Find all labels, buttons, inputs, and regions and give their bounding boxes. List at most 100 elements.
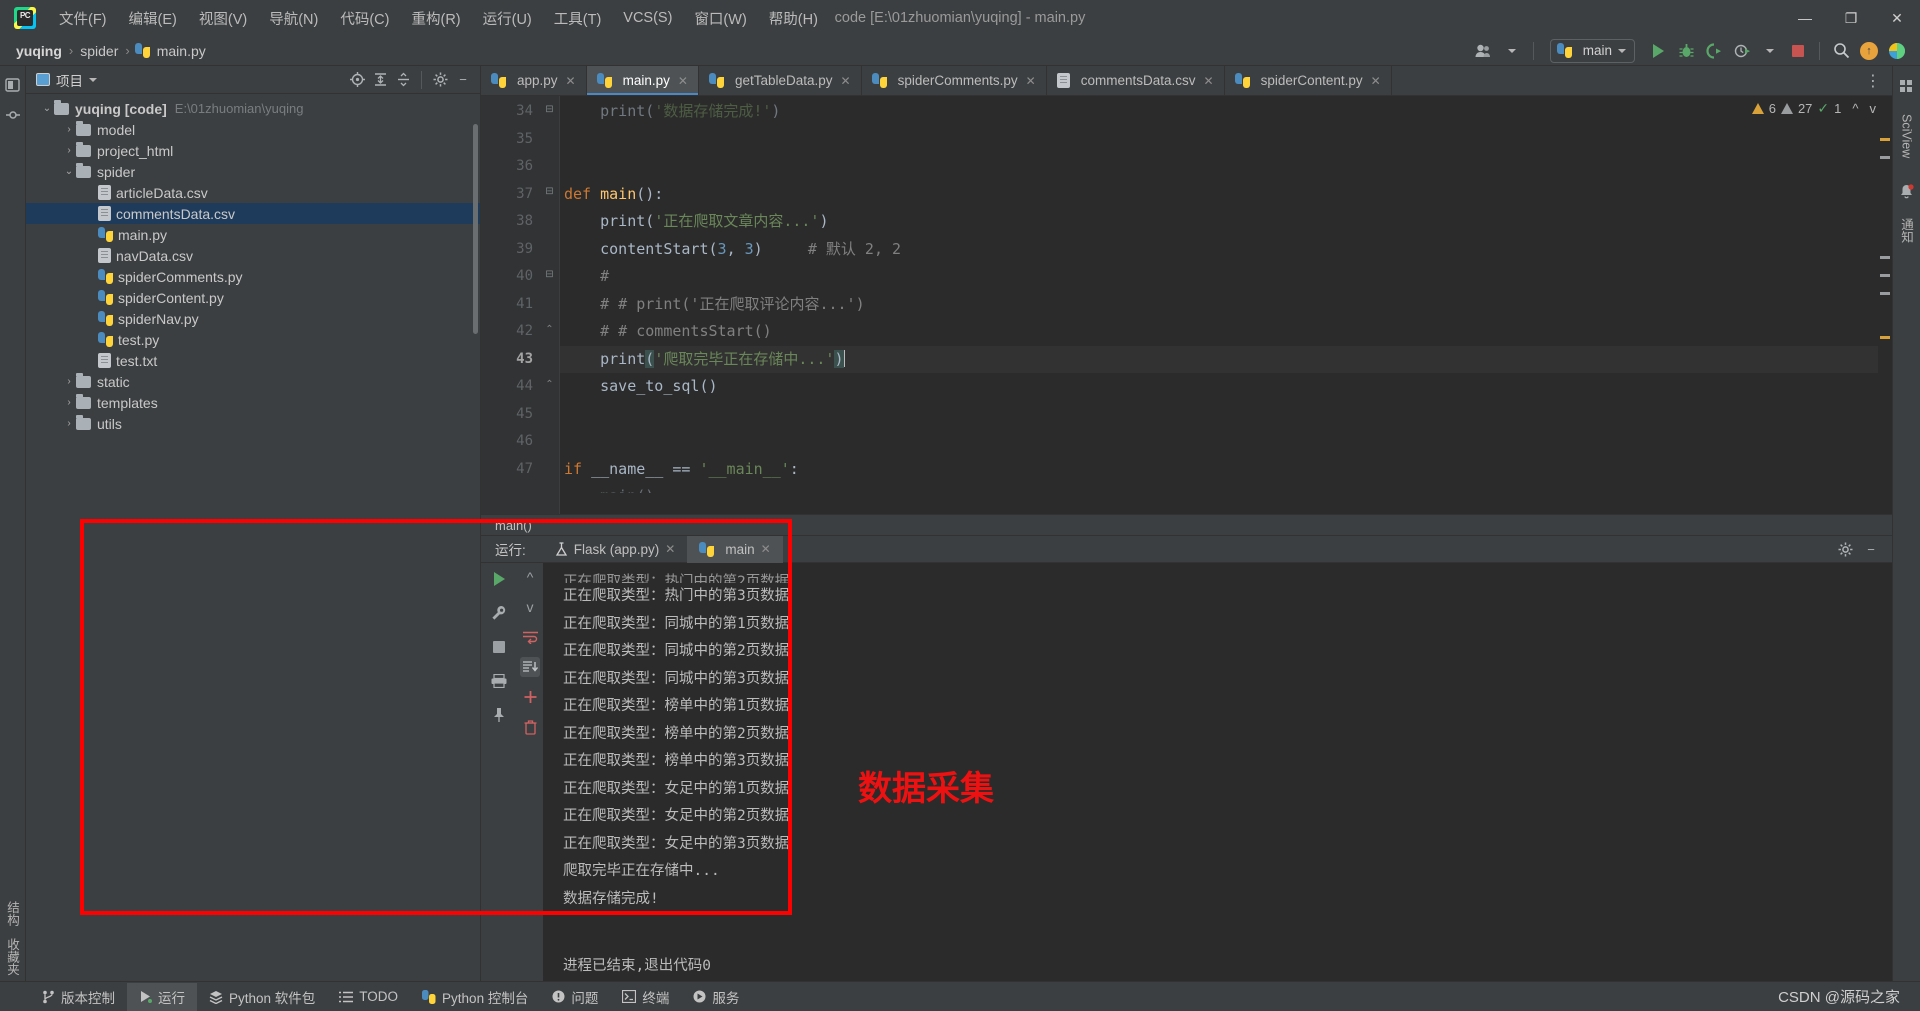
- tree-node-navData.csv[interactable]: navData.csv: [26, 245, 480, 266]
- tree-node-test.txt[interactable]: test.txt: [26, 350, 480, 371]
- scroll-from-source-icon[interactable]: [346, 69, 368, 91]
- breadcrumb-item-1[interactable]: spider: [78, 43, 120, 59]
- settings-icon[interactable]: [1884, 39, 1910, 63]
- editor-tab-close-icon[interactable]: ✕: [841, 74, 851, 88]
- menu-item-3[interactable]: 导航(N): [258, 4, 329, 33]
- editor-tab-close-icon[interactable]: ✕: [1204, 74, 1214, 88]
- menu-item-10[interactable]: 帮助(H): [758, 4, 829, 33]
- hide-run-panel-icon[interactable]: −: [1860, 538, 1882, 560]
- menu-item-8[interactable]: VCS(S): [612, 6, 683, 30]
- clear-all-icon[interactable]: [520, 687, 540, 707]
- next-problem-icon[interactable]: v: [1870, 101, 1877, 116]
- soft-wrap-icon[interactable]: [520, 627, 540, 647]
- run-button[interactable]: [1645, 39, 1671, 63]
- status-bar-item---[interactable]: 服务: [681, 983, 751, 1011]
- run-console-output[interactable]: 正在爬取类型：热门中的第2页数据 正在爬取类型：热门中的第3页数据 正在爬取类型：同…: [543, 563, 1892, 981]
- status-bar-item-Python----[interactable]: Python 控制台: [410, 983, 540, 1011]
- gear-icon[interactable]: [429, 69, 451, 91]
- tree-node-utils[interactable]: › utils: [26, 413, 480, 434]
- menu-item-0[interactable]: 文件(F): [48, 4, 118, 33]
- status-bar-item-----[interactable]: 版本控制: [30, 983, 127, 1011]
- status-bar-item---[interactable]: 终端: [610, 983, 681, 1011]
- tree-node-model[interactable]: › model: [26, 119, 480, 140]
- editor-bottom-breadcrumb[interactable]: main(): [481, 514, 1892, 535]
- tree-expander-1[interactable]: ›: [62, 124, 76, 135]
- fold-marker-40[interactable]: ⊟: [544, 269, 555, 280]
- tree-expander-3[interactable]: ⌄: [62, 166, 76, 177]
- run-tab-close-icon[interactable]: ✕: [665, 542, 675, 556]
- run-coverage-button[interactable]: [1701, 39, 1727, 63]
- scroll-to-end-icon[interactable]: [520, 657, 540, 677]
- editor-tab-close-icon[interactable]: ✕: [566, 74, 576, 88]
- tree-expander-15[interactable]: ›: [62, 418, 76, 429]
- tree-node-templates[interactable]: › templates: [26, 392, 480, 413]
- run-settings-gear-icon[interactable]: [1834, 538, 1856, 560]
- editor-tab-getTableData-py[interactable]: getTableData.py ✕: [699, 66, 862, 95]
- right-strip-notifications-tab[interactable]: 通知: [1894, 212, 1919, 249]
- tree-node-spider[interactable]: ⌄ spider: [26, 161, 480, 182]
- status-bar-item---[interactable]: 问题: [540, 983, 610, 1011]
- pin-icon[interactable]: [489, 705, 509, 725]
- tree-node-spiderNav.py[interactable]: spiderNav.py: [26, 308, 480, 329]
- minimize-button[interactable]: —: [1782, 0, 1828, 36]
- stop-process-icon[interactable]: [489, 637, 509, 657]
- tree-node-test.py[interactable]: test.py: [26, 329, 480, 350]
- status-bar-item-TODO[interactable]: TODO: [327, 985, 410, 1008]
- menu-item-7[interactable]: 工具(T): [543, 4, 613, 33]
- commit-tool-icon[interactable]: [4, 108, 22, 126]
- status-bar-item-Python----[interactable]: Python 软件包: [197, 983, 327, 1011]
- editor-tab-close-icon[interactable]: ✕: [1371, 74, 1381, 88]
- expand-all-icon[interactable]: [369, 69, 391, 91]
- editor-tab-app-py[interactable]: app.py ✕: [481, 66, 587, 95]
- run-tab-Flask--app-py-[interactable]: Flask (app.py) ✕: [542, 536, 688, 563]
- editor-tab-spiderComments-py[interactable]: spiderComments.py ✕: [862, 66, 1047, 95]
- editor-tab-spiderContent-py[interactable]: spiderContent.py ✕: [1225, 66, 1392, 95]
- fold-marker-42[interactable]: ⌃: [544, 324, 555, 335]
- inspection-widget[interactable]: 6 27 ✓ 1 ^ v: [1751, 100, 1877, 117]
- tree-node-project_html[interactable]: › project_html: [26, 140, 480, 161]
- user-account-icon[interactable]: [1471, 39, 1497, 63]
- notification-bell-icon[interactable]: [1898, 184, 1916, 202]
- fold-marker-37[interactable]: ⊟: [544, 186, 555, 198]
- menu-item-4[interactable]: 代码(C): [329, 4, 400, 33]
- editor-error-stripe[interactable]: [1878, 96, 1892, 514]
- hide-panel-icon[interactable]: −: [452, 69, 474, 91]
- main-menu[interactable]: 文件(F) 编辑(E) 视图(V) 导航(N) 代码(C) 重构(R) 运行(U) 工具(T)…: [48, 4, 829, 33]
- left-strip-favorites-tab[interactable]: 收藏夹: [0, 932, 25, 982]
- run-tab-main[interactable]: main ✕: [687, 535, 783, 563]
- previous-problem-icon[interactable]: ^: [1852, 101, 1858, 116]
- tree-expander-0[interactable]: ⌄: [40, 103, 54, 114]
- tree-node-spiderContent.py[interactable]: spiderContent.py: [26, 287, 480, 308]
- user-account-caret-icon[interactable]: [1499, 39, 1525, 63]
- project-tree-scrollbar[interactable]: [473, 124, 478, 334]
- right-strip-sciview-tab[interactable]: SciView: [1897, 108, 1917, 164]
- tree-expander-14[interactable]: ›: [62, 397, 76, 408]
- editor-tabs-more-icon[interactable]: ⋮: [1855, 66, 1892, 95]
- tree-node-commentsData.csv[interactable]: commentsData.csv: [26, 203, 480, 224]
- print-icon[interactable]: [489, 671, 509, 691]
- close-button[interactable]: ✕: [1874, 0, 1920, 36]
- menu-item-5[interactable]: 重构(R): [400, 4, 471, 33]
- profile-caret-icon[interactable]: [1757, 39, 1783, 63]
- tree-node-spiderComments.py[interactable]: spiderComments.py: [26, 266, 480, 287]
- scroll-up-icon[interactable]: ^: [520, 567, 540, 587]
- left-strip-structure-tab[interactable]: 结构: [0, 895, 25, 932]
- debug-button[interactable]: [1673, 39, 1699, 63]
- rerun-icon[interactable]: [489, 569, 509, 589]
- code-content[interactable]: print('数据存储完成!') def main(): print('正在爬取文…: [559, 96, 1878, 514]
- menu-item-6[interactable]: 运行(U): [472, 4, 543, 33]
- editor-tab-close-icon[interactable]: ✕: [1026, 74, 1036, 88]
- maximize-button[interactable]: ❐: [1828, 0, 1874, 36]
- breadcrumb-item-0[interactable]: yuqing: [14, 43, 64, 59]
- scroll-down-icon[interactable]: v: [520, 597, 540, 617]
- tree-expander-2[interactable]: ›: [62, 145, 76, 156]
- menu-item-2[interactable]: 视图(V): [188, 4, 258, 33]
- tree-node-articleData.csv[interactable]: articleData.csv: [26, 182, 480, 203]
- project-tool-icon[interactable]: [4, 78, 22, 96]
- tree-node-yuqing--code-[interactable]: ⌄ yuqing [code] E:\01zhuomian\yuqing: [26, 98, 480, 119]
- tree-expander-13[interactable]: ›: [62, 376, 76, 387]
- tree-node-static[interactable]: › static: [26, 371, 480, 392]
- project-tree[interactable]: ⌄ yuqing [code] E:\01zhuomian\yuqing › model…: [26, 94, 480, 981]
- run-tab-close-icon[interactable]: ✕: [761, 542, 771, 556]
- tree-node-main.py[interactable]: main.py: [26, 224, 480, 245]
